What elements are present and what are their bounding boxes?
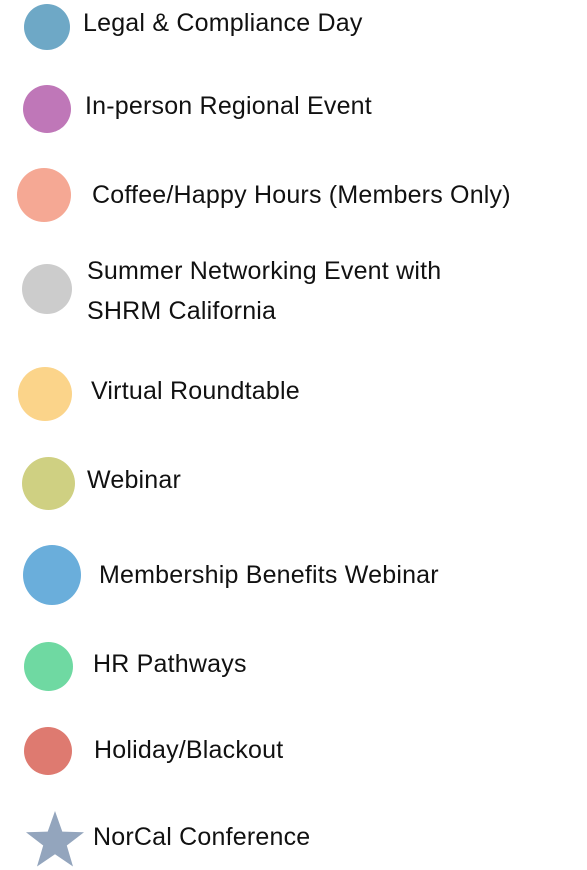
legend-label: NorCal Conference bbox=[93, 823, 311, 851]
legend-label-line2: SHRM California bbox=[87, 297, 277, 325]
legend-label: Coffee/Happy Hours (Members Only) bbox=[92, 181, 511, 209]
star-icon bbox=[26, 811, 84, 867]
legal-compliance-day-circle-icon bbox=[24, 4, 70, 50]
membership-benefits-webinar-circle-icon bbox=[23, 545, 81, 605]
coffee-happy-hours-circle-icon bbox=[17, 168, 71, 222]
holiday-blackout-circle-icon bbox=[24, 727, 72, 775]
legend-label: Holiday/Blackout bbox=[94, 736, 284, 764]
virtual-roundtable-circle-icon bbox=[18, 367, 72, 421]
legend-label: In-person Regional Event bbox=[85, 92, 372, 120]
legend-label: Summer Networking Event with bbox=[87, 257, 442, 285]
legend-label: Legal & Compliance Day bbox=[83, 9, 363, 37]
in-person-regional-event-circle-icon bbox=[23, 85, 71, 133]
summer-networking-event-circle-icon bbox=[22, 264, 72, 314]
legend-label: Webinar bbox=[87, 466, 182, 494]
webinar-circle-icon bbox=[22, 457, 75, 510]
legend-label: HR Pathways bbox=[93, 650, 247, 678]
hr-pathways-circle-icon bbox=[24, 642, 73, 691]
legend-label: Virtual Roundtable bbox=[91, 377, 300, 405]
legend-label: Membership Benefits Webinar bbox=[99, 561, 439, 589]
legend: Legal & Compliance Day In-person Regiona… bbox=[0, 0, 587, 869]
